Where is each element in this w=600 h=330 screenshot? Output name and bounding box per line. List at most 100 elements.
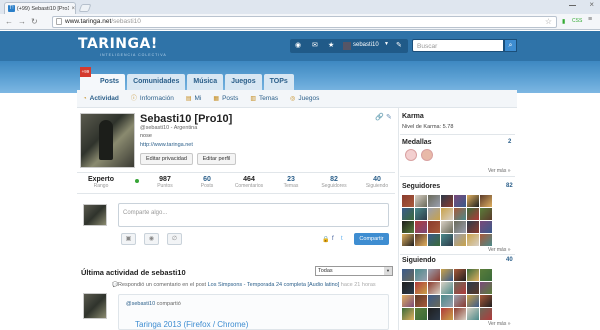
mail-icon[interactable]: ✉ — [312, 41, 318, 49]
user-thumbnail[interactable] — [441, 282, 453, 294]
user-thumbnail[interactable] — [441, 269, 453, 281]
medal-icon[interactable] — [405, 149, 417, 161]
user-thumbnail[interactable] — [480, 295, 492, 307]
favorites-star-icon[interactable]: ★ — [328, 41, 334, 49]
medals-more-link[interactable]: Ver más » — [488, 168, 511, 174]
link-icon[interactable]: 🔗 — [375, 113, 384, 121]
site-logo[interactable]: TARINGA! — [78, 36, 158, 52]
medal-icon[interactable] — [421, 149, 433, 161]
tab-actividad[interactable]: ◔ Actividad — [83, 90, 119, 107]
search-input[interactable]: Buscar — [412, 39, 504, 52]
user-thumbnail[interactable] — [454, 269, 466, 281]
share-input[interactable]: Comparte algo... — [118, 203, 389, 227]
stat-seguidores[interactable]: 82 Seguidores — [314, 176, 354, 189]
search-icon[interactable]: ⌕ — [504, 39, 517, 52]
close-icon[interactable]: × — [71, 6, 75, 12]
user-thumbnail[interactable] — [480, 282, 492, 294]
user-thumbnail[interactable] — [441, 295, 453, 307]
tab-mi[interactable]: ▤ Mi — [186, 90, 202, 107]
tab-posts[interactable]: ▦ Posts — [213, 90, 238, 107]
edit-profile-button[interactable]: Editar perfil — [197, 153, 236, 165]
user-thumbnail[interactable] — [467, 308, 479, 320]
nav-musica[interactable]: Música — [187, 74, 224, 90]
stat-siguiendo[interactable]: 40 Siguiendo — [357, 176, 397, 189]
reload-icon[interactable]: ↻ — [31, 17, 38, 26]
user-thumbnail[interactable] — [415, 221, 427, 233]
user-thumbnail[interactable] — [402, 269, 414, 281]
user-thumbnail[interactable] — [415, 308, 427, 320]
user-thumbnail[interactable] — [467, 234, 479, 246]
nav-tops[interactable]: TOPs — [263, 74, 294, 90]
user-thumbnail[interactable] — [480, 221, 492, 233]
user-thumbnail[interactable] — [467, 282, 479, 294]
user-thumbnail[interactable] — [428, 295, 440, 307]
user-thumbnail[interactable] — [467, 195, 479, 207]
new-tab-button[interactable] — [78, 4, 92, 12]
window-close-icon[interactable]: × — [589, 0, 594, 9]
nav-comunidades[interactable]: Comunidades — [127, 74, 186, 90]
user-thumbnail[interactable] — [454, 221, 466, 233]
nav-juegos[interactable]: Juegos — [225, 74, 262, 90]
user-thumbnail[interactable] — [480, 234, 492, 246]
user-thumbnail[interactable] — [415, 295, 427, 307]
tab-informacion[interactable]: ⓘ Información — [131, 90, 174, 107]
user-thumbnail[interactable] — [441, 195, 453, 207]
user-thumbnail[interactable] — [480, 195, 492, 207]
user-thumbnail[interactable] — [428, 195, 440, 207]
address-bar[interactable]: www.taringa.net/sebasti10 ☆ — [52, 16, 557, 28]
user-thumbnail[interactable] — [415, 234, 427, 246]
user-thumbnail[interactable] — [454, 195, 466, 207]
user-thumbnail[interactable] — [480, 308, 492, 320]
facebook-icon[interactable]: f — [332, 236, 334, 242]
user-thumbnail[interactable] — [467, 269, 479, 281]
notification-badge[interactable]: +99 — [80, 67, 91, 77]
followers-more-link[interactable]: Ver más » — [488, 247, 511, 253]
following-count[interactable]: 40 — [506, 257, 513, 263]
user-thumbnail[interactable] — [454, 308, 466, 320]
user-thumbnail[interactable] — [467, 295, 479, 307]
user-thumbnail[interactable] — [415, 195, 427, 207]
minimize-icon[interactable] — [569, 1, 576, 6]
user-thumbnail[interactable] — [415, 269, 427, 281]
attach-link-icon[interactable]: ∅ — [167, 233, 182, 245]
user-thumbnail[interactable] — [454, 282, 466, 294]
stat-temas[interactable]: 23 Temas — [271, 176, 311, 189]
shared-post-title[interactable]: Taringa 2013 (Firefox / Chrome) — [135, 320, 248, 329]
user-thumbnail[interactable] — [402, 282, 414, 294]
followers-count[interactable]: 82 — [506, 183, 513, 189]
user-thumbnail[interactable] — [415, 208, 427, 220]
user-thumbnail[interactable] — [402, 195, 414, 207]
user-thumbnail[interactable] — [402, 234, 414, 246]
browser-tab[interactable]: T! (+99) Sebasti10 [Pro10] e × — [4, 2, 76, 14]
user-thumbnail[interactable] — [441, 308, 453, 320]
profile-website-link[interactable]: http://www.taringa.net — [140, 142, 193, 148]
user-thumbnail[interactable] — [428, 308, 440, 320]
user-thumbnail[interactable] — [402, 221, 414, 233]
star-icon[interactable]: ☆ — [545, 17, 552, 27]
stat-posts[interactable]: 60 Posts — [187, 176, 227, 189]
signal-icon[interactable]: ▮ — [562, 18, 565, 25]
avatar[interactable] — [343, 42, 351, 50]
user-thumbnail[interactable] — [441, 208, 453, 220]
author-link[interactable]: @sebasti10 — [126, 301, 155, 307]
tab-temas[interactable]: ▥ Temas — [250, 90, 278, 107]
activity-filter-select[interactable]: Todas ▼ — [315, 266, 393, 276]
video-icon[interactable]: ◉ — [144, 233, 159, 245]
user-thumbnail[interactable] — [441, 234, 453, 246]
user-thumbnail[interactable] — [467, 208, 479, 220]
eye-icon[interactable]: ◉ — [295, 41, 301, 49]
user-thumbnail[interactable] — [454, 208, 466, 220]
share-submit-button[interactable]: Compartir — [354, 233, 389, 245]
activity-post-link[interactable]: Los Simpsons - Temporada 24 completa [Au… — [208, 282, 340, 288]
lock-icon[interactable]: 🔒 — [322, 236, 329, 243]
user-thumbnail[interactable] — [428, 269, 440, 281]
user-thumbnail[interactable] — [480, 269, 492, 281]
tab-juegos[interactable]: ◎ Juegos — [290, 90, 319, 107]
css-extension-icon[interactable]: CSS — [572, 18, 582, 24]
user-thumbnail[interactable] — [454, 295, 466, 307]
camera-icon[interactable]: ▣ — [121, 233, 136, 245]
edit-privacy-button[interactable]: Editar privacidad — [140, 153, 193, 165]
chevron-down-icon[interactable]: ▼ — [384, 41, 389, 47]
user-thumbnail[interactable] — [428, 208, 440, 220]
forward-icon[interactable]: → — [18, 17, 26, 26]
